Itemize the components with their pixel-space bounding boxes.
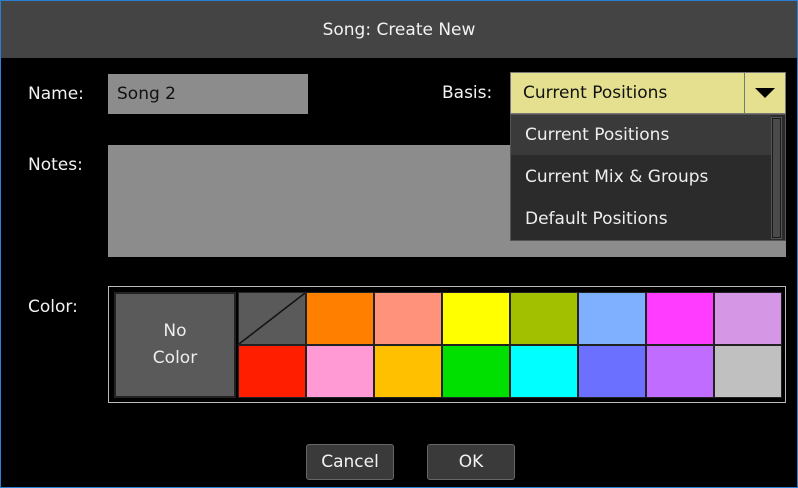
color-swatch[interactable] — [442, 292, 510, 345]
color-label: Color: — [28, 297, 78, 317]
color-swatch[interactable] — [646, 345, 714, 398]
color-swatch[interactable] — [510, 345, 578, 398]
triangle-down-icon — [755, 88, 775, 98]
color-swatch[interactable] — [510, 292, 578, 345]
no-color-line2: Color — [152, 348, 198, 368]
basis-label: Basis: — [442, 83, 493, 103]
basis-selected-value: Current Positions — [523, 83, 668, 103]
color-swatch[interactable] — [714, 345, 782, 398]
color-palette: No Color — [108, 286, 786, 403]
ok-button[interactable]: OK — [427, 444, 515, 480]
dialog-title: Song: Create New — [1, 1, 797, 58]
color-swatch[interactable] — [442, 345, 510, 398]
color-swatch[interactable] — [306, 345, 374, 398]
name-input[interactable]: Song 2 — [108, 74, 308, 114]
name-label: Name: — [28, 84, 84, 104]
color-swatch[interactable] — [578, 345, 646, 398]
no-color-line1: No — [163, 321, 187, 341]
notes-label: Notes: — [28, 155, 83, 175]
basis-option-default-positions[interactable]: Default Positions — [511, 199, 771, 239]
basis-dropdown-list: Current Positions Current Mix & Groups D… — [510, 114, 786, 241]
cancel-button[interactable]: Cancel — [306, 444, 394, 480]
swatch-custom[interactable] — [238, 292, 306, 345]
dropdown-scroll-thumb[interactable] — [773, 119, 780, 237]
color-swatch[interactable] — [578, 292, 646, 345]
color-swatch[interactable] — [714, 292, 782, 345]
basis-option-current-positions[interactable]: Current Positions — [511, 115, 771, 155]
basis-dropdown-button[interactable] — [744, 73, 785, 113]
color-swatch[interactable] — [306, 292, 374, 345]
no-color-button[interactable]: No Color — [114, 292, 236, 398]
color-swatch[interactable] — [374, 345, 442, 398]
color-swatch[interactable] — [238, 345, 306, 398]
color-swatch[interactable] — [646, 292, 714, 345]
diagonal-line-icon — [239, 293, 305, 344]
basis-option-current-mix-groups[interactable]: Current Mix & Groups — [511, 157, 771, 197]
color-swatch[interactable] — [374, 292, 442, 345]
basis-select[interactable]: Current Positions — [510, 72, 786, 114]
dropdown-scrollbar[interactable] — [771, 117, 782, 239]
